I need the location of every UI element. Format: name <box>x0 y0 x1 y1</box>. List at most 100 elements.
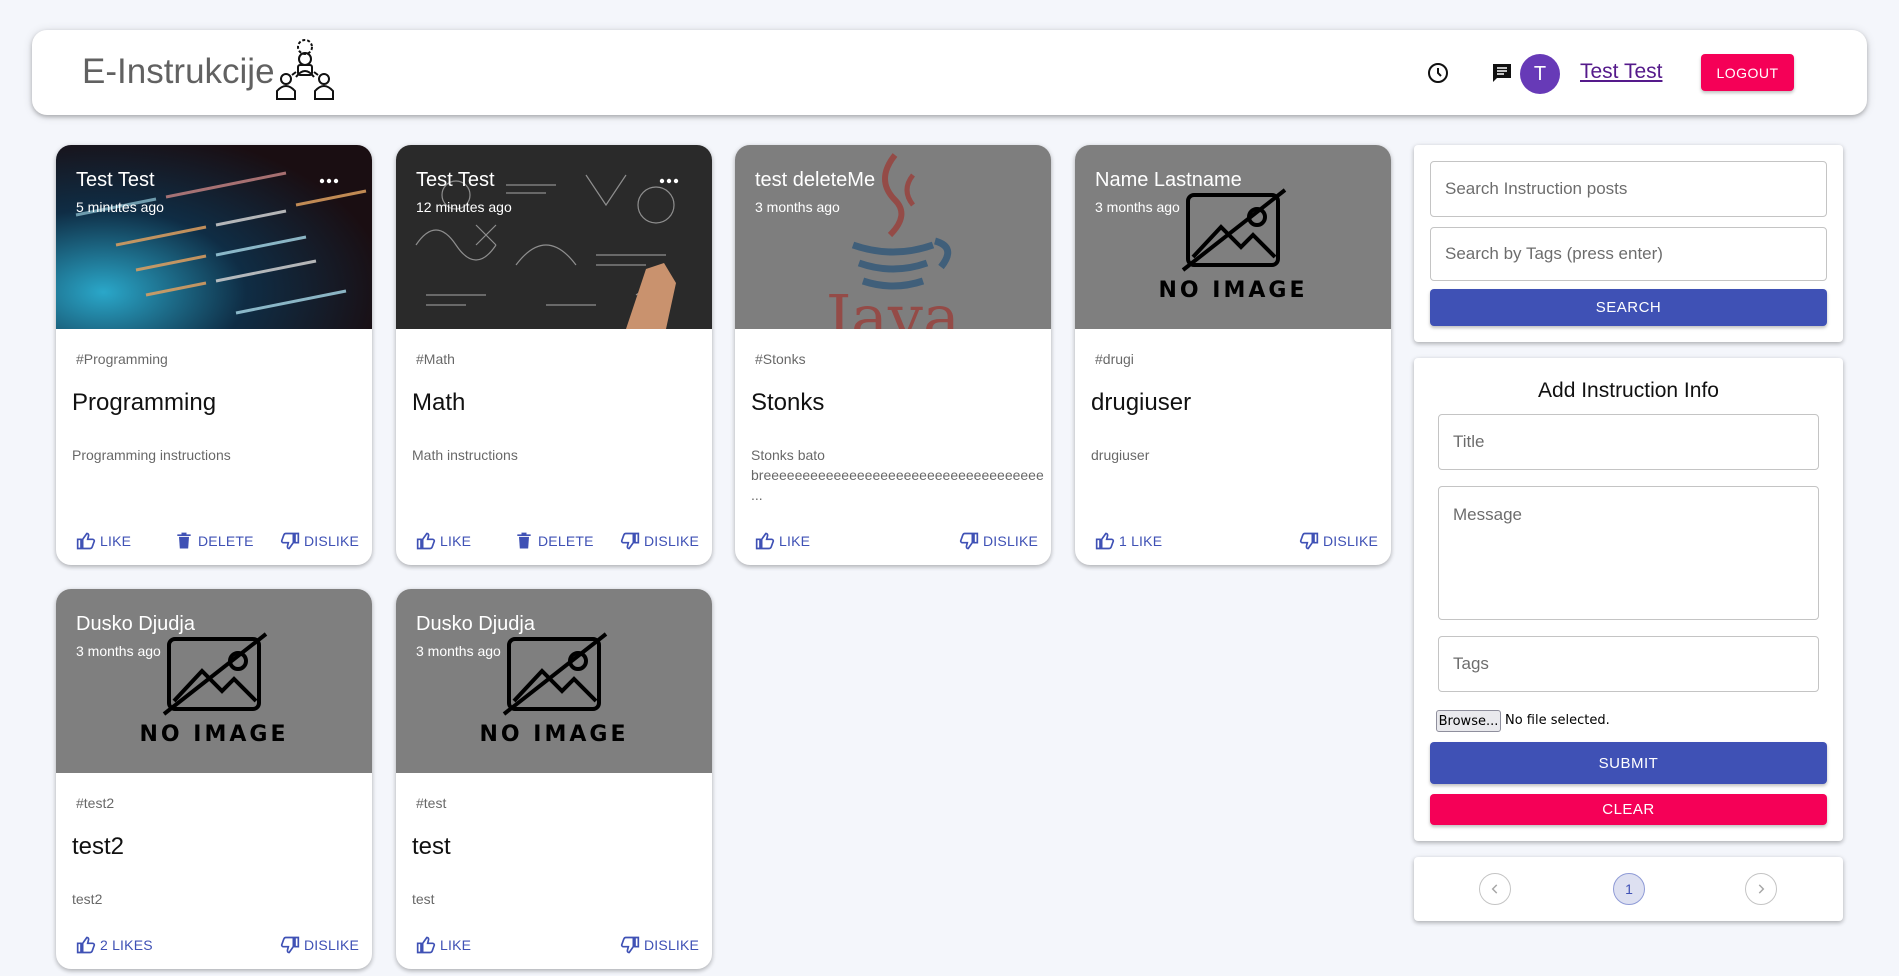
trash-icon <box>177 532 191 549</box>
thumb-down-icon <box>280 532 300 550</box>
post-image: Java test deleteMe 3 months ago <box>735 145 1051 329</box>
post-time: 3 months ago <box>416 643 501 659</box>
post-title: test <box>412 833 451 860</box>
history-icon[interactable] <box>1418 53 1458 93</box>
message-textarea[interactable]: Message <box>1438 486 1819 620</box>
post-actions: LIKE DISLIKE <box>735 526 1051 556</box>
thumb-up-icon <box>76 936 96 954</box>
post-message: test <box>412 891 435 907</box>
post-message: Programming instructions <box>72 447 231 463</box>
clear-button[interactable]: CLEAR <box>1430 794 1827 825</box>
post-time: 12 minutes ago <box>416 199 512 215</box>
post-message: Stonks bato breeeeeeeeeeeeeeeeeeeeeeeeee… <box>751 447 1044 503</box>
chat-icon[interactable] <box>1482 53 1522 93</box>
dislike-button[interactable]: DISLIKE <box>280 930 359 960</box>
post-time: 5 minutes ago <box>76 199 164 215</box>
post-author: test deleteMe <box>755 169 876 191</box>
like-button[interactable]: LIKE <box>76 526 131 556</box>
post-card: NO IMAGE Dusko Djudja 3 months ago #test… <box>396 589 712 969</box>
post-image: NO IMAGE Name Lastname 3 months ago <box>1075 145 1391 329</box>
more-options-icon[interactable] <box>316 171 342 191</box>
post-tags: #test2 <box>76 795 115 811</box>
app-bar: E-Instrukcije T Test Test LOGOUT <box>32 30 1867 115</box>
like-button[interactable]: LIKE <box>416 526 471 556</box>
like-button[interactable]: LIKE <box>416 930 471 960</box>
like-button[interactable]: 2 LIKES <box>76 930 153 960</box>
post-title: test2 <box>72 833 125 860</box>
post-author: Dusko Djudja <box>416 613 535 635</box>
chevron-right-icon <box>1758 884 1765 894</box>
thumb-down-icon <box>620 936 640 954</box>
post-actions: LIKE DELETE DISLIKE <box>396 526 712 556</box>
post-author: Name Lastname <box>1095 169 1242 191</box>
delete-button[interactable]: DELETE <box>514 526 594 556</box>
dislike-button[interactable]: DISLIKE <box>280 526 359 556</box>
post-title: drugiuser <box>1091 389 1192 416</box>
post-card: Java test deleteMe 3 months ago #Stonks … <box>735 145 1051 565</box>
search-tags-input[interactable]: Search by Tags (press enter) <box>1430 227 1827 281</box>
post-message: Math instructions <box>412 447 518 463</box>
post-title: Programming <box>72 389 217 416</box>
thumb-down-icon <box>280 936 300 954</box>
thumb-up-icon <box>755 532 775 550</box>
more-options-icon[interactable] <box>656 171 682 191</box>
no-image-text: NO IMAGE <box>140 722 289 747</box>
post-author: Test Test <box>76 169 155 191</box>
post-tags: #Stonks <box>755 351 806 367</box>
post-actions: LIKE DISLIKE <box>396 930 712 960</box>
form-title: Add Instruction Info <box>1538 379 1719 402</box>
thumb-up-icon <box>416 532 436 550</box>
like-button[interactable]: LIKE <box>755 526 810 556</box>
post-tags: #Math <box>416 351 455 367</box>
post-image: Test Test 5 minutes ago <box>56 145 372 329</box>
search-button[interactable]: SEARCH <box>1430 289 1827 326</box>
delete-button[interactable]: DELETE <box>174 526 254 556</box>
post-tags: #Programming <box>76 351 168 367</box>
trash-icon <box>517 532 531 549</box>
post-title: Math <box>412 389 466 416</box>
tags-input[interactable]: Tags <box>1438 636 1819 692</box>
post-card: Test Test 12 minutes ago #Math Math Math… <box>396 145 712 565</box>
post-message: test2 <box>72 891 103 907</box>
chevron-left-icon <box>1491 884 1498 894</box>
dislike-button[interactable]: DISLIKE <box>1299 526 1378 556</box>
post-tags: #test <box>416 795 447 811</box>
brand-title[interactable]: E-Instrukcije <box>82 52 275 92</box>
post-image: NO IMAGE Dusko Djudja 3 months ago <box>56 589 372 773</box>
dislike-button[interactable]: DISLIKE <box>959 526 1038 556</box>
title-input[interactable]: Title <box>1438 414 1819 470</box>
no-image-text: NO IMAGE <box>480 722 629 747</box>
post-time: 3 months ago <box>1095 199 1180 215</box>
next-page-button[interactable] <box>1745 873 1777 905</box>
post-time: 3 months ago <box>76 643 161 659</box>
like-button[interactable]: 1 LIKE <box>1095 526 1162 556</box>
post-message: drugiuser <box>1091 447 1150 463</box>
post-actions: 1 LIKE DISLIKE <box>1075 526 1391 556</box>
post-card: Test Test 5 minutes ago #Programming Pro… <box>56 145 372 565</box>
post-actions: 2 LIKES DISLIKE <box>56 930 372 960</box>
thumb-up-icon <box>416 936 436 954</box>
submit-button[interactable]: SUBMIT <box>1430 742 1827 784</box>
page-button[interactable]: 1 <box>1613 873 1645 905</box>
dislike-button[interactable]: DISLIKE <box>620 526 699 556</box>
post-tags: #drugi <box>1095 351 1134 367</box>
logout-button[interactable]: LOGOUT <box>1701 54 1794 91</box>
post-author: Dusko Djudja <box>76 613 195 635</box>
avatar[interactable]: T <box>1520 54 1560 94</box>
file-status: No file selected. <box>1505 713 1610 728</box>
post-author: Test Test <box>416 169 495 191</box>
post-time: 3 months ago <box>755 199 840 215</box>
teacher-logo-icon <box>276 39 334 100</box>
thumb-down-icon <box>959 532 979 550</box>
thumb-down-icon <box>620 532 640 550</box>
username-link[interactable]: Test Test <box>1580 60 1662 84</box>
thumb-up-icon <box>1095 532 1115 550</box>
file-browse-button[interactable]: Browse... <box>1436 710 1501 732</box>
prev-page-button[interactable] <box>1479 873 1511 905</box>
dislike-button[interactable]: DISLIKE <box>620 930 699 960</box>
post-card: NO IMAGE Dusko Djudja 3 months ago #test… <box>56 589 372 969</box>
search-posts-input[interactable]: Search Instruction posts <box>1430 161 1827 217</box>
post-image: NO IMAGE Dusko Djudja 3 months ago <box>396 589 712 773</box>
post-actions: LIKE DELETE DISLIKE <box>56 526 372 556</box>
post-title: Stonks <box>751 389 825 416</box>
